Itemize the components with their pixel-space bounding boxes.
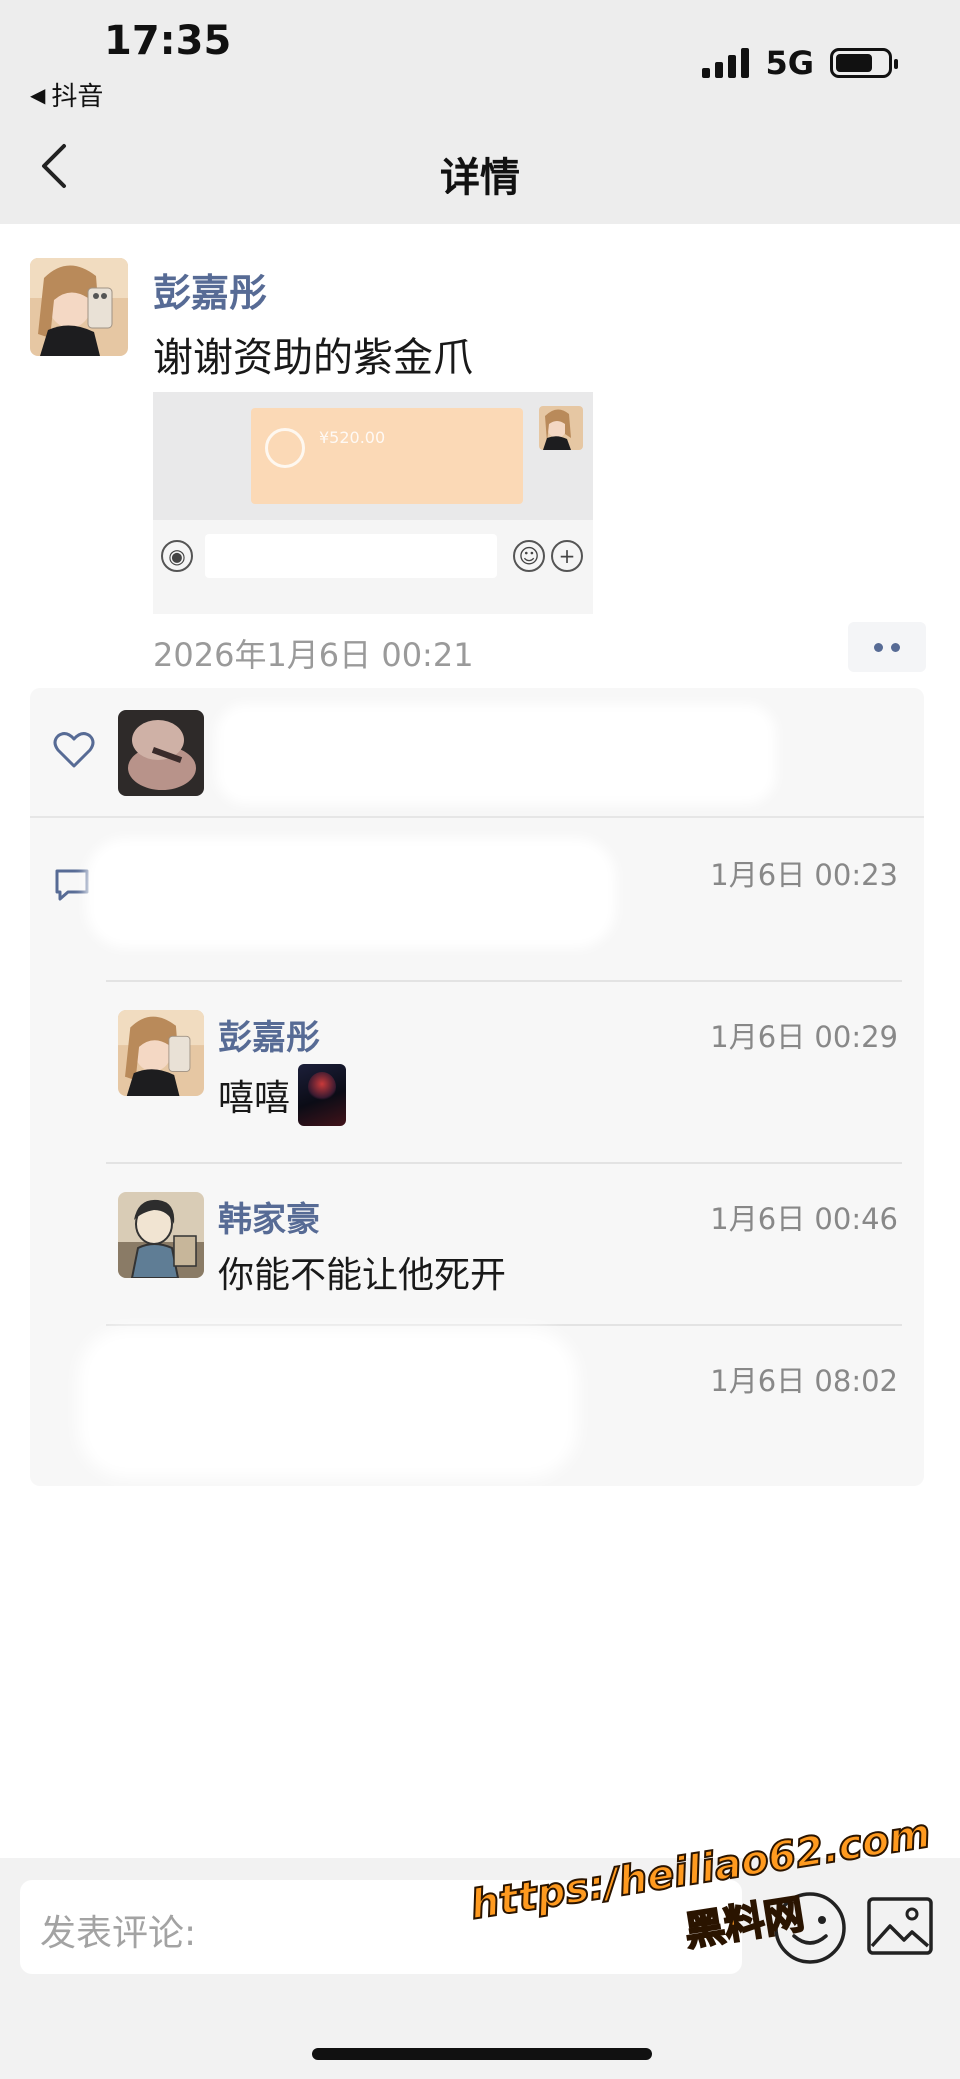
commenter-avatar[interactable] xyxy=(118,1010,204,1096)
check-icon xyxy=(265,428,305,468)
comment-composer: 发表评论: xyxy=(0,1858,960,2079)
status-indicators: 5G xyxy=(702,44,898,82)
post-screenshot-image[interactable]: ¥520.00 ◉ ☺ + xyxy=(153,392,593,614)
redacted-likes xyxy=(216,704,776,804)
sticker-image[interactable] xyxy=(298,1064,347,1126)
plus-icon: + xyxy=(551,540,583,572)
commenter-avatar[interactable] xyxy=(118,1192,204,1278)
home-indicator[interactable] xyxy=(312,2048,652,2060)
screenshot-input-field xyxy=(205,534,497,578)
post-author-name[interactable]: 彭嘉彤 xyxy=(153,262,267,317)
comment-text: 你能不能让他死开 xyxy=(218,1246,506,1298)
heart-icon xyxy=(53,732,95,768)
comment-icon xyxy=(55,869,89,901)
comment-text-content: 嘻嘻 xyxy=(218,1078,291,1119)
post-text: 谢谢资助的紫金爪 xyxy=(153,335,473,381)
mini-avatar xyxy=(539,406,583,450)
redacted-comment xyxy=(86,838,616,948)
emoji-icon: ☺ xyxy=(513,540,545,572)
commenter-name[interactable]: 彭嘉彤 xyxy=(218,1010,320,1059)
back-to-app-link[interactable]: ◀ 抖音 xyxy=(30,76,103,113)
image-icon[interactable] xyxy=(866,1896,934,1956)
header: 17:35 ◀ 抖音 5G 详情 xyxy=(0,0,960,224)
comment-time: 1月6日 00:46 xyxy=(710,1202,898,1236)
transfer-bubble: ¥520.00 xyxy=(251,408,523,504)
comment-text: 嘻嘻 xyxy=(218,1064,347,1126)
back-app-label: 抖音 xyxy=(51,82,104,112)
comment-input[interactable]: 发表评论: xyxy=(20,1880,742,1974)
network-label: 5G xyxy=(765,44,814,82)
voice-icon: ◉ xyxy=(161,540,193,572)
emoji-icon[interactable] xyxy=(772,1890,848,1966)
transfer-amount: ¥520.00 xyxy=(319,428,386,447)
commenter-name[interactable]: 韩家豪 xyxy=(218,1192,320,1241)
comment-time: 1月6日 00:29 xyxy=(710,1020,898,1054)
back-triangle-icon: ◀ xyxy=(30,82,46,107)
liker-avatar[interactable] xyxy=(118,710,204,796)
comment-input-placeholder: 发表评论: xyxy=(40,1913,197,1954)
post-date: 2026年1月6日 00:21 xyxy=(153,636,474,674)
author-avatar[interactable] xyxy=(30,258,128,356)
comment-time: 1月6日 08:02 xyxy=(710,1364,898,1398)
redacted-comment xyxy=(78,1328,578,1478)
comment-text-content: 你能不能让他死开 xyxy=(218,1255,507,1296)
status-time: 17:35 xyxy=(104,18,232,64)
page-title: 详情 xyxy=(440,155,520,201)
comment-section: 1月6日 00:23 彭嘉彤 1月6日 00:29 嘻嘻 韩家豪 1月6日 00… xyxy=(30,688,924,1486)
comment-time: 1月6日 00:23 xyxy=(710,858,898,892)
signal-icon xyxy=(702,48,750,78)
more-actions-button[interactable] xyxy=(848,622,926,672)
battery-icon xyxy=(830,48,898,78)
